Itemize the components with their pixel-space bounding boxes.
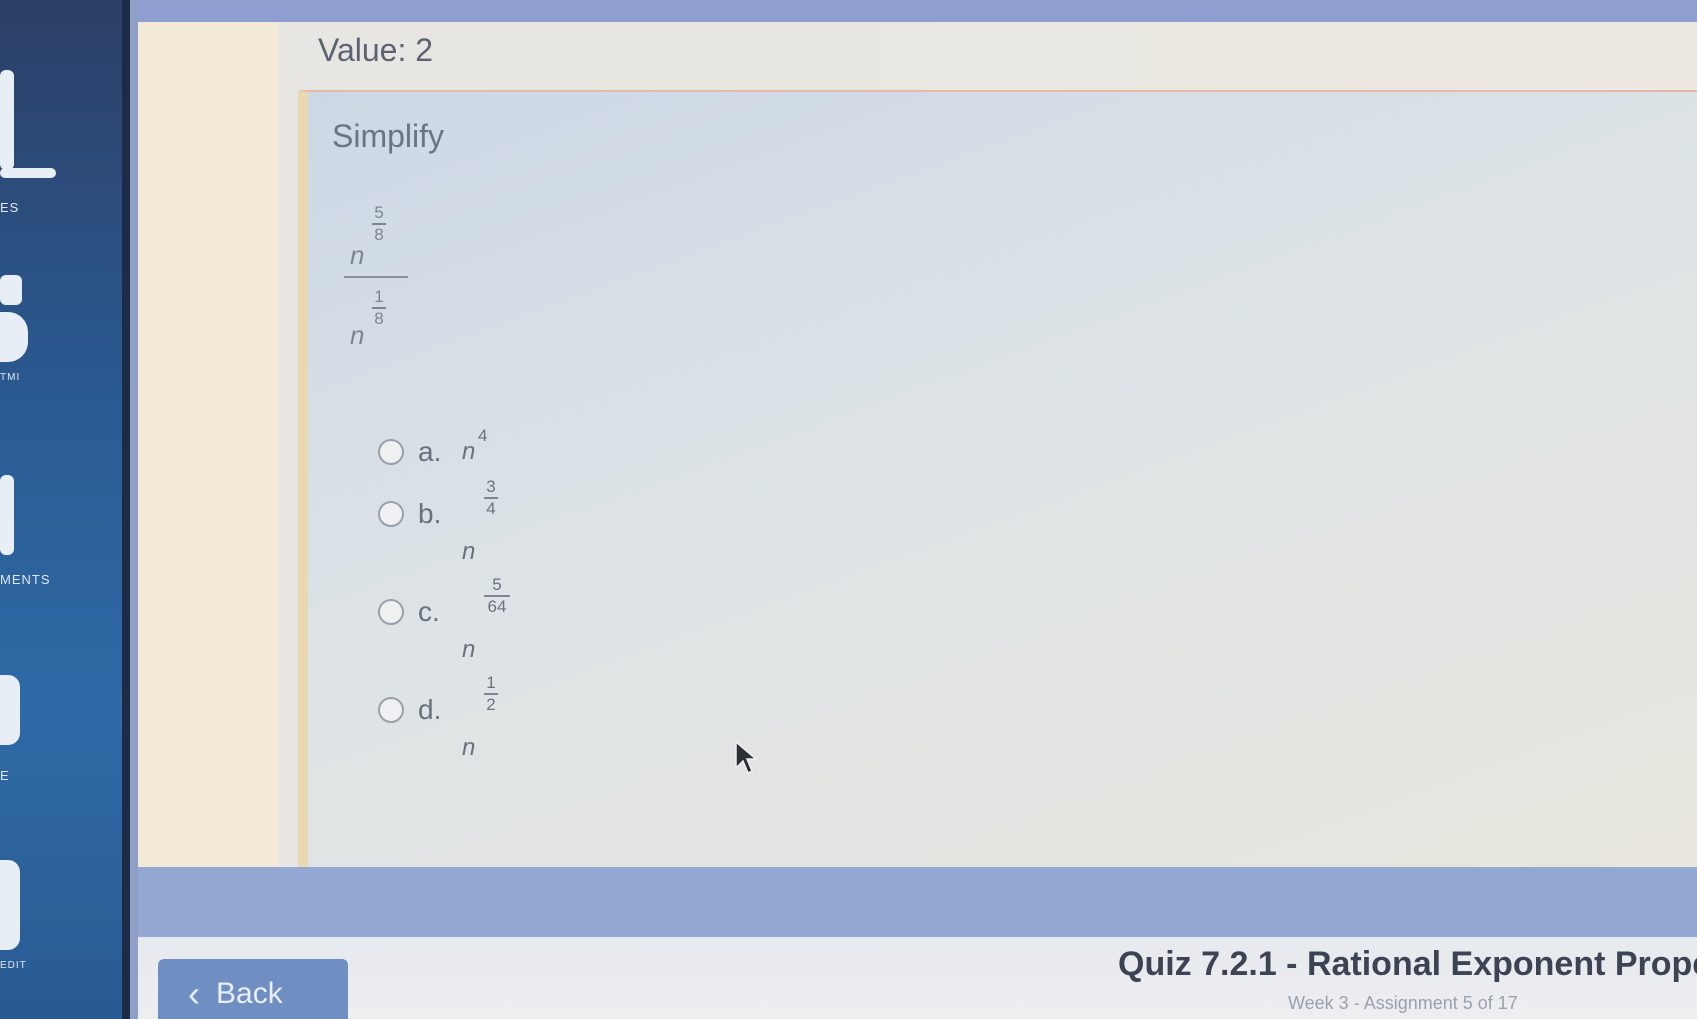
option-d-exp: 1 2 <box>484 674 498 714</box>
sidebar-label-4: E <box>0 768 10 783</box>
option-a-radio[interactable] <box>378 439 404 465</box>
option-d-base: n <box>462 734 476 761</box>
denominator-exp-den: 8 <box>374 309 384 328</box>
option-a-math: n 4 <box>462 422 542 482</box>
denominator-exp-num: 1 <box>374 287 384 306</box>
option-c[interactable]: c. n 5 64 <box>378 576 542 663</box>
sidebar-icon-1[interactable] <box>0 70 14 170</box>
back-button-label: Back <box>216 977 283 1010</box>
question-prompt: Simplify <box>332 118 445 154</box>
sidebar-icon-3[interactable] <box>0 475 14 555</box>
sidebar-icon-2b <box>0 312 28 362</box>
sidebar-label-2: TMI <box>0 372 21 383</box>
question-value: Value: 2 <box>318 32 434 68</box>
option-a-base: n <box>462 438 476 465</box>
option-c-math: n 5 64 <box>462 576 542 663</box>
option-c-letter: c. <box>418 596 440 627</box>
option-c-exp-num: 5 <box>492 575 502 594</box>
question-area: Value: 2 Simplify n 5 8 n 1 8 a. n 4 b. … <box>138 22 1697 867</box>
option-b-letter: b. <box>418 498 442 529</box>
option-b-exp-num: 3 <box>486 477 496 496</box>
question-box: Simplify n 5 8 n 1 8 a. n 4 b. n 3 4 c. … <box>298 90 1697 867</box>
option-a[interactable]: a. n 4 <box>378 422 542 482</box>
option-c-exp: 5 64 <box>484 576 510 616</box>
mouse-pointer-icon <box>735 740 758 775</box>
numerator-exp-den: 8 <box>374 225 384 244</box>
option-d-math: n 1 2 <box>462 674 542 761</box>
numerator-exponent: 5 8 <box>372 204 386 244</box>
main-panel: Value: 2 Simplify n 5 8 n 1 8 a. n 4 b. … <box>138 0 1697 1019</box>
option-a-letter: a. <box>418 436 442 467</box>
numerator-exp-num: 5 <box>374 203 384 222</box>
sidebar-underline <box>0 168 56 178</box>
option-c-base: n <box>462 636 476 663</box>
sidebar-icon-2[interactable] <box>0 275 22 305</box>
quiz-title: Quiz 7.2.1 - Rational Exponent Prope <box>1118 945 1697 983</box>
option-b-exp: 3 4 <box>484 478 498 518</box>
bottom-band <box>138 867 1697 937</box>
chevron-left-icon: ‹ <box>188 973 200 1014</box>
option-d-radio[interactable] <box>378 697 404 723</box>
denominator-base: n <box>350 320 365 350</box>
sidebar-icon-5[interactable] <box>0 860 20 950</box>
sidebar-icon-4[interactable] <box>0 675 20 745</box>
option-c-exp-den: 64 <box>487 597 507 616</box>
option-b-radio[interactable] <box>378 501 404 527</box>
footer: ‹ Back Quiz 7.2.1 - Rational Exponent Pr… <box>138 937 1697 1019</box>
question-expression: n 5 8 n 1 8 <box>344 202 414 352</box>
option-d-exp-den: 2 <box>486 695 496 714</box>
option-a-exp: 4 <box>478 426 488 445</box>
option-b-exp-den: 4 <box>486 499 496 518</box>
top-strip <box>138 0 1697 22</box>
sidebar-label-3: MENTS <box>0 572 51 587</box>
option-d[interactable]: d. n 1 2 <box>378 674 542 761</box>
option-b-math: n 3 4 <box>462 478 542 565</box>
app-window: ES TMI MENTS E EDIT Value: 2 Simplify n … <box>0 0 1697 1019</box>
option-d-exp-num: 1 <box>486 673 496 692</box>
back-button[interactable]: ‹ Back <box>158 959 348 1019</box>
quiz-subtitle: Week 3 - Assignment 5 of 17 <box>1288 993 1518 1013</box>
numerator-base: n <box>350 240 365 270</box>
option-c-radio[interactable] <box>378 599 404 625</box>
option-b-base: n <box>462 538 476 565</box>
sidebar-label-5: EDIT <box>0 960 27 971</box>
denominator-exponent: 1 8 <box>372 288 386 328</box>
main-fraction-bar <box>344 276 408 278</box>
sidebar: ES TMI MENTS E EDIT <box>0 0 130 1019</box>
option-d-letter: d. <box>418 694 442 725</box>
option-b[interactable]: b. n 3 4 <box>378 478 542 565</box>
sidebar-label-1: ES <box>0 200 20 215</box>
